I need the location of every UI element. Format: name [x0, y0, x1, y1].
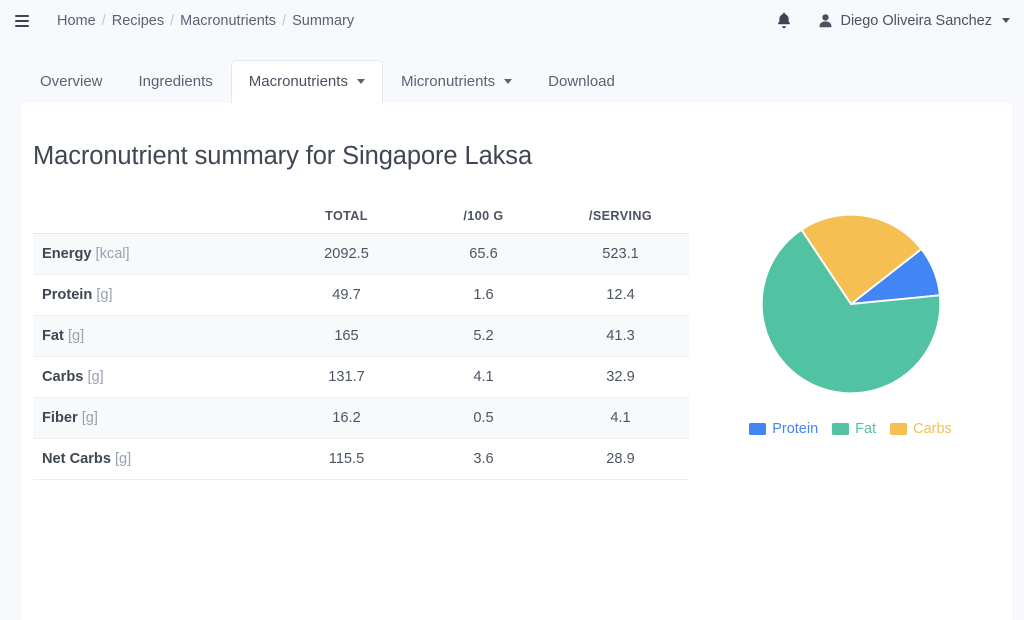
legend-item-carbs[interactable]: Carbs	[890, 421, 952, 437]
breadcrumb-item-macronutrients[interactable]: Macronutrients	[180, 13, 276, 29]
nutrient-name: Fiber	[42, 410, 78, 426]
cell-total: 16.2	[278, 397, 415, 439]
cell-per-serving: 28.9	[552, 438, 689, 480]
caret-down-icon	[504, 79, 513, 84]
bell-icon[interactable]	[775, 12, 793, 30]
legend-label-carbs: Carbs	[913, 421, 952, 437]
cell-total: 115.5	[278, 438, 415, 480]
row-label: Energy [kcal]	[33, 233, 278, 275]
caret-down-icon	[1002, 18, 1010, 23]
cell-total: 2092.5	[278, 233, 415, 275]
nutrient-unit: [g]	[115, 451, 132, 467]
breadcrumb: Home / Recipes / Macronutrients / Summar…	[57, 13, 354, 29]
nutrient-unit: [g]	[67, 328, 85, 344]
breadcrumb-item-summary[interactable]: Summary	[292, 13, 354, 29]
top-bar-actions: Diego Oliveira Sanchez	[775, 12, 1010, 30]
tab-micronutrients[interactable]: Micronutrients	[383, 60, 530, 103]
cell-per-serving: 523.1	[552, 233, 689, 275]
legend-label-fat: Fat	[855, 421, 877, 437]
cell-per-100g: 4.1	[415, 356, 552, 398]
cell-per-100g: 1.6	[415, 274, 552, 316]
tab-label: Ingredients	[138, 73, 213, 90]
cell-per-100g: 3.6	[415, 438, 552, 480]
column-header-per-100g: /100 G	[415, 203, 552, 234]
macronutrient-pie-chart: Protein Fat Carbs	[689, 203, 1012, 480]
cell-per-100g: 5.2	[415, 315, 552, 357]
nutrient-unit: [g]	[81, 410, 98, 426]
legend-item-fat[interactable]: Fat	[832, 421, 876, 437]
user-icon	[819, 13, 832, 28]
cell-total: 49.7	[278, 274, 415, 316]
user-name: Diego Oliveira Sanchez	[840, 12, 992, 29]
breadcrumb-separator: /	[101, 12, 106, 29]
row-label: Carbs [g]	[33, 356, 278, 398]
nutrient-unit: [kcal]	[95, 246, 130, 262]
breadcrumb-item-recipes[interactable]: Recipes	[112, 13, 164, 29]
nutrient-name: Protein	[42, 287, 93, 303]
nutrient-name: Carbs	[42, 369, 84, 385]
legend-label-protein: Protein	[772, 421, 819, 437]
breadcrumb-item-home[interactable]: Home	[57, 13, 96, 29]
tab-bar: Overview Ingredients Macronutrients Micr…	[0, 41, 1024, 103]
breadcrumb-separator: /	[170, 12, 175, 29]
legend-swatch-protein	[749, 423, 767, 435]
table-header-row: TOTAL /100 G /SERVING	[33, 203, 689, 234]
column-header-name	[33, 203, 278, 234]
legend-item-protein[interactable]: Protein	[749, 421, 818, 437]
tab-download[interactable]: Download	[530, 60, 633, 103]
cell-total: 131.7	[278, 356, 415, 398]
legend-swatch-fat	[832, 423, 850, 435]
nutrient-name: Fat	[42, 328, 64, 344]
cell-per-100g: 65.6	[415, 233, 552, 275]
cell-per-100g: 0.5	[415, 397, 552, 439]
nutrient-unit: [g]	[87, 369, 104, 385]
caret-down-icon	[356, 79, 365, 84]
row-label: Fat [g]	[33, 315, 278, 357]
chart-legend: Protein Fat Carbs	[749, 421, 952, 437]
tab-label: Download	[548, 73, 615, 90]
row-label: Fiber [g]	[33, 397, 278, 439]
legend-swatch-carbs	[890, 423, 908, 435]
tab-label: Macronutrients	[248, 73, 348, 90]
table-row: Fiber [g] 16.2 0.5 4.1	[33, 397, 689, 439]
table-row: Energy [kcal] 2092.5 65.6 523.1	[33, 233, 689, 275]
nutrient-name: Net Carbs	[42, 451, 111, 467]
nutrient-unit: [g]	[96, 287, 113, 303]
summary-body: TOTAL /100 G /SERVING Energy [kcal] 2092…	[22, 203, 1012, 480]
top-bar: Home / Recipes / Macronutrients / Summar…	[0, 0, 1024, 41]
content-card: Macronutrient summary for Singapore Laks…	[22, 103, 1012, 620]
cell-per-serving: 32.9	[552, 356, 689, 398]
table-row: Net Carbs [g] 115.5 3.6 28.9	[33, 438, 689, 480]
tab-label: Micronutrients	[400, 73, 496, 90]
nutrient-name: Energy	[42, 246, 92, 262]
table-row: Fat [g] 165 5.2 41.3	[33, 315, 689, 357]
hamburger-icon[interactable]	[9, 8, 35, 34]
cell-per-serving: 12.4	[552, 274, 689, 316]
table-row: Protein [g] 49.7 1.6 12.4	[33, 274, 689, 316]
row-label: Net Carbs [g]	[33, 438, 278, 480]
cell-per-serving: 41.3	[552, 315, 689, 357]
table-row: Carbs [g] 131.7 4.1 32.9	[33, 356, 689, 398]
pie-svg	[760, 213, 941, 395]
macronutrient-table: TOTAL /100 G /SERVING Energy [kcal] 2092…	[33, 203, 689, 480]
table-body: Energy [kcal] 2092.5 65.6 523.1 Protein …	[33, 233, 689, 480]
cell-total: 165	[278, 315, 415, 357]
column-header-total: TOTAL	[278, 203, 415, 234]
user-menu[interactable]: Diego Oliveira Sanchez	[819, 13, 1010, 29]
tab-label: Overview	[40, 73, 103, 90]
tab-ingredients[interactable]: Ingredients	[121, 60, 231, 103]
cell-per-serving: 4.1	[552, 397, 689, 439]
column-header-per-serving: /SERVING	[552, 203, 689, 234]
row-label: Protein [g]	[33, 274, 278, 316]
tab-overview[interactable]: Overview	[22, 60, 121, 103]
breadcrumb-separator: /	[282, 12, 287, 29]
tab-macronutrients[interactable]: Macronutrients	[230, 60, 383, 103]
page-title: Macronutrient summary for Singapore Laks…	[33, 142, 533, 170]
